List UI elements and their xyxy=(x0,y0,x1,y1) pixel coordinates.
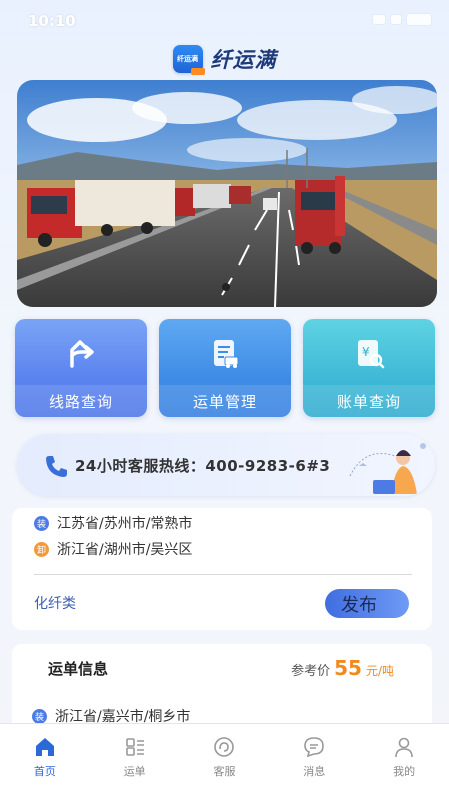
user-icon xyxy=(395,737,413,758)
customer-service-illustration xyxy=(349,443,426,494)
tab-waybill[interactable]: 运单 xyxy=(90,724,180,798)
app-logo-text: 纤运满 xyxy=(177,55,198,63)
quick-route-label: 线路查询 xyxy=(15,385,147,417)
divider xyxy=(34,574,412,575)
unload-address-row[interactable]: 卸 浙江省/湖州市/吴兴区 xyxy=(34,539,192,559)
tab-waybill-label: 运单 xyxy=(123,765,146,778)
load-address-row[interactable]: 装 江苏省/苏州市/常熟市 xyxy=(34,513,192,533)
app-logo: 纤运满 xyxy=(172,45,205,75)
publish-button[interactable]: 发布 xyxy=(325,589,409,618)
tab-home[interactable]: 首页 xyxy=(0,724,90,798)
load-address: 江苏省/苏州市/常熟市 xyxy=(57,516,193,532)
battery-icon xyxy=(407,14,431,25)
cargo-type[interactable]: 化纤类 xyxy=(34,593,76,613)
wifi-icon xyxy=(391,15,401,24)
reference-price: 参考价 55 元/吨 xyxy=(291,656,394,680)
bill-search-icon: ¥ xyxy=(358,340,385,369)
quick-waybill-label: 运单管理 xyxy=(159,385,291,417)
load-badge: 装 xyxy=(34,515,49,531)
ref-price-unit: 元/吨 xyxy=(365,664,394,678)
home-icon xyxy=(35,738,54,756)
status-icons xyxy=(373,14,431,25)
carousel-indicator[interactable] xyxy=(222,283,230,291)
signal-icon xyxy=(373,15,385,24)
tab-profile[interactable]: 我的 xyxy=(359,724,449,798)
tab-home-label: 首页 xyxy=(33,765,56,778)
logo-tag xyxy=(190,68,205,75)
chat-icon xyxy=(304,737,325,758)
tab-profile-label: 我的 xyxy=(393,765,416,778)
quick-bill-label: 账单查询 xyxy=(303,385,435,417)
unload-badge: 卸 xyxy=(34,541,49,557)
order-publish-card: 装 江苏省/苏州市/常熟市 卸 浙江省/湖州市/吴兴区 化纤类 发布 xyxy=(12,508,432,630)
tab-service-label: 客服 xyxy=(213,765,236,778)
app-header: 纤运满 纤运满 xyxy=(0,42,449,76)
tab-service[interactable]: 客服 xyxy=(180,724,270,798)
ref-price-value: 55 xyxy=(334,656,362,680)
ref-price-label: 参考价 xyxy=(291,664,331,679)
status-time: 10:10 xyxy=(28,12,76,30)
unload-address: 浙江省/湖州市/吴兴区 xyxy=(57,542,193,558)
load-badge: 装 xyxy=(32,708,47,724)
app-title: 纤运满 xyxy=(210,48,277,72)
tab-messages[interactable]: 消息 xyxy=(269,724,359,798)
svg-text:¥: ¥ xyxy=(362,345,370,359)
tab-messages-label: 消息 xyxy=(303,765,326,778)
quick-bill-query[interactable]: ¥ 账单查询 xyxy=(303,319,435,417)
quick-waybill-manage[interactable]: 运单管理 xyxy=(159,319,291,417)
waybill-title: 运单信息 xyxy=(48,660,109,678)
quick-route-query[interactable]: 线路查询 xyxy=(15,319,147,417)
route-arrow-icon xyxy=(70,340,94,368)
list-icon xyxy=(125,738,144,756)
hotline-text: 24小时客服热线：400-9283-6#3 xyxy=(75,457,331,475)
phone-icon xyxy=(46,456,67,477)
customer-hotline[interactable]: 24小时客服热线：400-9283-6#3 xyxy=(17,434,435,496)
waybill-truck-icon xyxy=(214,340,239,368)
status-bar: 10:10 xyxy=(0,0,449,40)
banner-image xyxy=(17,80,437,307)
banner-carousel[interactable] xyxy=(17,80,437,307)
headset-icon xyxy=(214,737,235,757)
bottom-tab-bar: 首页 运单 客服 消息 我的 xyxy=(0,723,449,798)
